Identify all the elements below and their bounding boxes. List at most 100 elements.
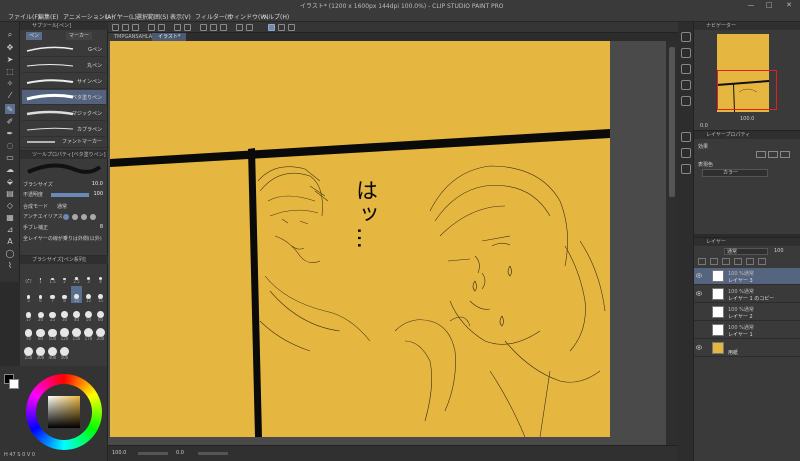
brush-size-option[interactable]: 2 [59, 267, 70, 284]
brush-size-option[interactable]: 150 [71, 324, 82, 341]
hue-ring[interactable] [26, 374, 102, 450]
save-icon[interactable] [132, 24, 139, 31]
menu-edit[interactable]: 編集(E) [38, 12, 58, 21]
snap-special-ruler-icon[interactable] [268, 24, 275, 31]
maximize-button[interactable]: □ [762, 0, 776, 10]
sub-view-icon[interactable] [681, 48, 691, 58]
color-picker-cmd-icon[interactable] [288, 24, 295, 31]
animation-cel-icon[interactable] [681, 164, 691, 174]
scrollbar-thumb[interactable] [669, 47, 675, 197]
menu-selection[interactable]: 選択範囲(S) [136, 12, 169, 21]
brush-size-option[interactable]: 30 [59, 305, 70, 322]
brush-g-pen[interactable]: Gペン [22, 42, 106, 57]
brush-size-option[interactable]: 10 [71, 286, 82, 303]
eyedropper-tool-icon[interactable]: ⁄ [5, 90, 15, 100]
zoom-tool-icon[interactable]: ⌕ [5, 30, 15, 40]
brush-size-option[interactable]: 4 [95, 267, 106, 284]
sub-color-swatch[interactable] [9, 379, 19, 389]
brush-size-option[interactable]: 7 [47, 286, 58, 303]
opacity-row[interactable]: 不透明度 100 [23, 191, 105, 199]
transform-icon[interactable] [184, 24, 191, 31]
menu-layer[interactable]: レイヤー(L) [105, 12, 137, 21]
brush-size-option[interactable]: 50 [83, 305, 94, 322]
ruler-tool-icon[interactable]: ⊿ [5, 224, 15, 234]
navigator-view-frame[interactable] [717, 70, 777, 110]
layer-blend-select[interactable]: 通常 [724, 248, 768, 255]
layer-clip-icon[interactable] [710, 258, 718, 265]
layer-opacity-value[interactable]: 100 [774, 248, 784, 254]
brush-size-option[interactable]: 6 [35, 286, 46, 303]
fill-tool-icon[interactable]: ⬙ [5, 176, 15, 186]
antialias-strong-option[interactable] [90, 214, 96, 220]
snap-ruler-icon[interactable] [236, 24, 243, 31]
layer-row[interactable]: 100 %通常 レイヤー 1 のコピー [694, 286, 800, 303]
move-tool-icon[interactable]: ✥ [5, 42, 15, 52]
tab-marker[interactable]: マーカー [66, 32, 93, 40]
menu-file[interactable]: ファイル(F) [8, 12, 40, 21]
brush-size-option[interactable]: 5 [23, 286, 34, 303]
brush-fill-pen[interactable]: ベタ塗りペン [22, 90, 106, 105]
eye-icon[interactable] [696, 291, 702, 296]
brush-size-option[interactable]: 400 [47, 343, 58, 360]
brush-size-option[interactable]: 300 [35, 343, 46, 360]
brush-tool-icon[interactable]: ✒ [5, 128, 15, 138]
select-tool-icon[interactable]: ⬚ [5, 66, 15, 76]
clear-icon[interactable] [174, 24, 181, 31]
frame-tool-icon[interactable]: ▦ [5, 212, 15, 222]
eye-icon[interactable] [696, 273, 702, 278]
minimize-button[interactable]: — [744, 0, 758, 10]
history-icon[interactable] [681, 96, 691, 106]
menu-view[interactable]: 表示(V) [170, 12, 191, 21]
layer-row[interactable]: 100 %通常 レイヤー 2 [694, 304, 800, 321]
blend-mode-value[interactable]: 通常 [57, 203, 67, 210]
figure-tool-icon[interactable]: ◇ [5, 200, 15, 210]
eraser-tool-icon[interactable]: ▭ [5, 152, 15, 162]
auto-select-tool-icon[interactable]: ✧ [5, 78, 15, 88]
menu-help[interactable]: ヘルプ(H) [262, 12, 289, 21]
brush-size-option[interactable]: 70 [23, 324, 34, 341]
brush-size-option[interactable]: 17 [23, 305, 34, 322]
delete-layer-icon[interactable] [758, 258, 766, 265]
brush-size-option[interactable]: 40 [71, 305, 82, 322]
canvas-scrollbar[interactable] [666, 41, 678, 445]
brush-size-option[interactable]: 500 [59, 343, 70, 360]
rotate-slider[interactable] [198, 452, 228, 455]
brush-font-marker[interactable]: ファントマーカー [22, 134, 106, 148]
antialias-row[interactable]: アンチエイリアス [23, 213, 105, 221]
balloon-tool-icon[interactable]: ◯ [5, 248, 15, 258]
info-icon[interactable] [681, 80, 691, 90]
brush-size-option[interactable]: 3 [83, 267, 94, 284]
blend-tool-icon[interactable]: ☁ [5, 164, 15, 174]
deselect-icon[interactable] [200, 24, 207, 31]
canvas-area[interactable]: はッ… [108, 41, 678, 445]
operation-tool-icon[interactable]: ➤ [5, 54, 15, 64]
brush-size-option[interactable]: 2.5 [71, 267, 82, 284]
expression-color-select[interactable]: カラー [702, 169, 768, 177]
layer-row[interactable]: 100 %通常 レイヤー 1 [694, 322, 800, 339]
select-all-icon[interactable] [220, 24, 227, 31]
menu-filter[interactable]: フィルター(I) [195, 12, 231, 21]
brush-size-option[interactable]: 25 [47, 305, 58, 322]
text-tool-icon[interactable]: A [5, 236, 15, 246]
new-layer-icon[interactable] [746, 258, 754, 265]
zoom-slider[interactable] [138, 452, 168, 455]
layer-property-icon[interactable] [681, 132, 691, 142]
antialias-mid-option[interactable] [81, 214, 87, 220]
snap-grid-icon[interactable] [246, 24, 253, 31]
brush-size-row[interactable]: ブラシサイズ 10.0 [23, 181, 105, 189]
angle-readout[interactable]: 0.0 [176, 450, 184, 456]
canvas-tab-2[interactable]: イラスト* [152, 33, 187, 41]
brush-size-option[interactable]: 100 [47, 324, 58, 341]
brush-size-option[interactable]: 120 [59, 324, 70, 341]
navigator-panel-icon[interactable] [681, 32, 691, 42]
layer-lock-icon[interactable] [698, 258, 706, 265]
saturation-value-square[interactable] [48, 396, 80, 428]
close-button[interactable]: ✕ [782, 0, 796, 10]
pen-tool-icon[interactable]: ✎ [5, 104, 15, 114]
layer-mask-icon[interactable] [734, 258, 742, 265]
brush-sign-pen[interactable]: サインペン [22, 74, 106, 89]
eye-icon[interactable] [696, 345, 702, 350]
pencil-tool-icon[interactable]: ✐ [5, 116, 15, 126]
invert-selection-icon[interactable] [210, 24, 217, 31]
brush-size-option[interactable]: 200 [95, 324, 106, 341]
